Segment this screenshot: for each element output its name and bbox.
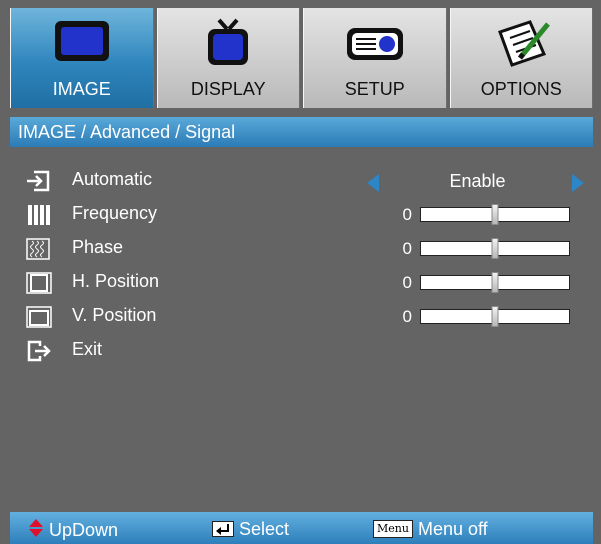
phase-slider-thumb[interactable] [491,238,499,259]
automatic-value: Enable [449,171,506,191]
menu-tabs: IMAGE DISPLAY SETUP OPTIONS [10,8,593,108]
tab-options[interactable]: OPTIONS [449,8,593,108]
menu-row-frequency[interactable]: Frequency 0 [0,198,601,232]
bars-icon [26,204,52,226]
v-position-slider[interactable] [420,306,570,327]
phase-value: 0 [402,239,412,258]
automatic-label: Automatic [72,169,153,189]
input-arrow-icon [26,170,52,192]
v-position-label: V. Position [72,305,157,325]
select-label: Select [239,518,290,539]
tab-image-label: IMAGE [52,79,111,99]
tab-setup-label: SETUP [344,79,405,99]
hint-updown: UpDown [28,518,118,543]
menu-key-icon: Menu [373,520,413,539]
menu-row-h-position[interactable]: H. Position 0 [0,266,601,300]
monitor-icon [51,18,113,68]
tab-setup[interactable]: SETUP [303,8,447,108]
frequency-label: Frequency [72,203,158,223]
frequency-slider[interactable] [420,204,570,225]
hint-menu-off: Menu Menu off [373,518,488,540]
menu-off-label: Menu off [417,518,488,539]
h-position-icon [26,272,52,294]
right-arrow-icon[interactable] [572,174,584,192]
tab-image[interactable]: IMAGE [10,8,154,108]
tv-icon [197,18,259,68]
exit-label: Exit [72,339,103,359]
phase-slider[interactable] [420,238,570,259]
left-arrow-icon[interactable] [367,174,379,192]
h-position-value: 0 [402,273,412,292]
h-position-slider-thumb[interactable] [491,272,499,293]
h-position-label: H. Position [72,271,160,291]
menu-row-exit[interactable]: Exit [0,334,601,368]
updown-arrows-icon [28,518,44,543]
frequency-slider-thumb[interactable] [491,204,499,225]
hint-select: Select [212,518,289,540]
exit-icon [26,340,52,362]
hint-bar: UpDown Select Menu Menu off [10,512,593,544]
h-position-slider[interactable] [420,272,570,293]
frequency-value: 0 [402,205,412,224]
tab-options-label: OPTIONS [480,79,562,99]
v-position-icon [26,306,52,328]
projector-icon [344,18,406,68]
tab-display[interactable]: DISPLAY [156,8,300,108]
menu-row-automatic[interactable]: Automatic Enable [0,164,601,198]
v-position-value: 0 [402,307,412,326]
notepad-icon [490,18,552,68]
v-position-slider-thumb[interactable] [491,306,499,327]
tab-display-label: DISPLAY [190,79,266,99]
phase-label: Phase [72,237,124,257]
enter-key-icon [212,521,234,538]
menu-row-v-position[interactable]: V. Position 0 [0,300,601,334]
menu-row-phase[interactable]: Phase 0 [0,232,601,266]
wave-icon [26,238,52,260]
updown-label: UpDown [49,520,119,540]
osd-panel: IMAGE DISPLAY SETUP OPTIONS IMAGE / Adva… [0,0,601,544]
breadcrumb: IMAGE / Advanced / Signal [10,117,593,147]
